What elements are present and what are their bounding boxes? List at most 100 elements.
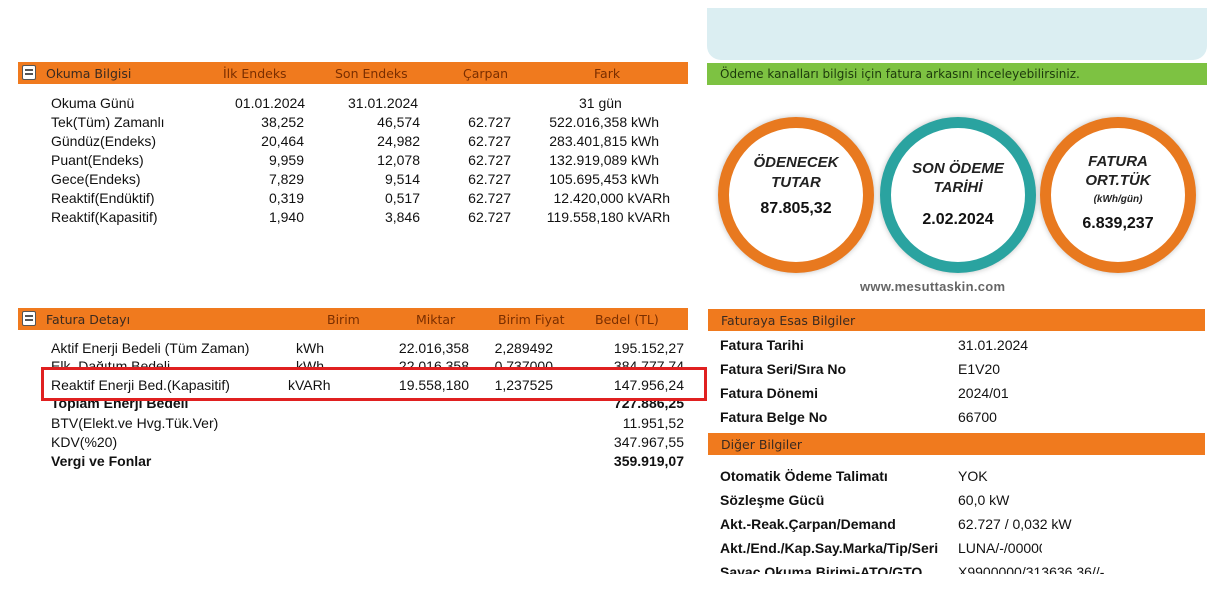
invoice-col-amount: Bedel (TL) (595, 312, 659, 327)
row-label: Okuma Günü (51, 95, 135, 111)
row-amount: 359.919,07 (613, 453, 684, 469)
row-amount: 11.951,52 (622, 415, 684, 431)
row-first: 01.01.2024 (235, 95, 306, 111)
row-first: 38,252 (261, 114, 304, 130)
row-qty: 22.016,358 (398, 340, 469, 356)
item-key: Akt./End./Kap.Say.Marka/Tip/Seri (720, 540, 939, 556)
basis-title: Faturaya Esas Bilgiler (721, 313, 856, 328)
row-diff: 283.401,815 kWh (549, 133, 659, 149)
row-first: 1,940 (268, 209, 304, 225)
item-key: Fatura Belge No (720, 409, 828, 425)
row-label: Aktif Enerji Bedeli (Tüm Zaman) (51, 340, 250, 356)
row-label: Vergi ve Fonlar (51, 453, 152, 469)
row-mult: 62.727 (468, 133, 511, 149)
item-value: 60,0 kW (958, 492, 1010, 508)
avg-unit: (kWh/gün) (1093, 194, 1143, 205)
amount-label-2: TUTAR (771, 174, 821, 191)
due-label-2: TARİHİ (933, 179, 983, 196)
row-label: BTV(Elekt.ve Hvg.Tük.Ver) (51, 415, 219, 431)
row-label: Toplam Enerji Bedeli (51, 401, 189, 411)
item-value: 62.727 / 0,032 kW (958, 516, 1072, 532)
item-key: Sayaç Okuma Birimi-ATO/GTO (720, 564, 923, 574)
table-row: Toplam Enerji Bedeli 727.886,25 (51, 401, 691, 411)
item-value: 31.01.2024 (958, 337, 1029, 353)
due-date-circle: SON ÖDEME TARİHİ 2.02.2024 (880, 117, 1036, 273)
row-diff: 12.420,000 kVARh (553, 190, 671, 206)
row-label: Gece(Endeks) (51, 171, 141, 187)
payment-notice-bar: Ödeme kanalları bilgisi için fatura arka… (707, 63, 1207, 85)
avg-label-2: ORT.TÜK (1085, 172, 1151, 189)
basis-header-bar: Faturaya Esas Bilgiler (708, 309, 1205, 331)
row-label: Gündüz(Endeks) (51, 133, 157, 149)
amount-due-circle: ÖDENECEK TUTAR 87.805,32 (718, 117, 874, 273)
row-label: Tek(Tüm) Zamanlı (51, 114, 165, 130)
avg-label-1: FATURA (1088, 153, 1148, 170)
due-label-1: SON ÖDEME (912, 160, 1004, 177)
item-key: Fatura Seri/Sıra No (720, 361, 847, 377)
row-last: 31.01.2024 (348, 95, 419, 111)
row-amount: 347.967,55 (613, 434, 684, 450)
reading-col-diff: Fark (594, 66, 621, 81)
item-value: X9900000/313636,36//- (958, 564, 1105, 574)
list-item: Sayaç Okuma Birimi-ATO/GTO X9900000/3136… (720, 564, 1207, 574)
invoice-col-price: Birim Fiyat (498, 312, 565, 327)
highlight-box (41, 367, 707, 401)
avg-value: 6.839,237 (1082, 215, 1154, 232)
row-first: 20,464 (261, 133, 304, 149)
row-unit: kWh (296, 340, 324, 356)
list-item: Akt./End./Kap.Say.Marka/Tip/Seri LUNA/-/… (720, 540, 1042, 558)
row-price: 2,289492 (494, 340, 553, 356)
row-label: Puant(Endeks) (51, 152, 144, 168)
row-diff: 31 gün (579, 95, 622, 111)
row-mult: 62.727 (468, 190, 511, 206)
invoice-col-unit: Birim (327, 312, 360, 327)
row-mult: 62.727 (468, 171, 511, 187)
row-diff: 522.016,358 kWh (549, 114, 659, 130)
reading-col-last: Son Endeks (335, 66, 408, 81)
reading-col-mult: Çarpan (463, 66, 509, 81)
row-last: 12,078 (377, 152, 420, 168)
row-first: 0,319 (268, 190, 304, 206)
row-amount: 195.152,27 (613, 340, 684, 356)
avg-consumption-circle: FATURA ORT.TÜK (kWh/gün) 6.839,237 (1040, 117, 1196, 273)
item-key: Akt.-Reak.Çarpan/Demand (720, 516, 896, 532)
top-panel (707, 8, 1207, 60)
row-diff: 132.919,089 kWh (549, 152, 659, 168)
row-diff: 119.558,180 kVARh (546, 209, 670, 225)
reading-header-bar: Okuma Bilgisi İlk Endeks Son Endeks Çarp… (18, 62, 688, 84)
item-value: 2024/01 (958, 385, 1009, 401)
amount-value: 87.805,32 (760, 200, 832, 217)
payment-notice: Ödeme kanalları bilgisi için fatura arka… (720, 67, 1080, 81)
item-key: Fatura Dönemi (720, 385, 819, 401)
item-value: YOK (958, 468, 988, 484)
due-value: 2.02.2024 (922, 211, 994, 228)
item-key: Sözleşme Gücü (720, 492, 825, 508)
row-last: 46,574 (377, 114, 420, 130)
reading-title: Okuma Bilgisi (46, 66, 132, 81)
item-key: Otomatik Ödeme Talimatı (720, 468, 888, 484)
invoice-col-qty: Miktar (416, 312, 456, 327)
other-title: Diğer Bilgiler (721, 437, 803, 452)
other-header-bar: Diğer Bilgiler (708, 433, 1205, 455)
row-last: 9,514 (384, 171, 420, 187)
row-first: 7,829 (268, 171, 304, 187)
row-mult: 62.727 (468, 152, 511, 168)
item-key: Fatura Tarihi (720, 337, 804, 353)
row-last: 24,982 (377, 133, 420, 149)
row-first: 9,959 (268, 152, 304, 168)
row-last: 3,846 (384, 209, 420, 225)
item-value: E1V20 (958, 361, 1001, 377)
reading-col-first: İlk Endeks (223, 66, 287, 81)
invoice-icon (22, 311, 36, 326)
row-mult: 62.727 (468, 114, 511, 130)
invoice-title: Fatura Detayı (46, 312, 131, 327)
meter-icon (22, 65, 36, 80)
row-last: 0,517 (384, 190, 420, 206)
row-amount: 727.886,25 (613, 401, 684, 411)
item-value: LUNA/-/0000006 (958, 540, 1042, 556)
row-diff: 105.695,453 kWh (549, 171, 659, 187)
item-value: 66700 (958, 409, 997, 425)
row-mult: 62.727 (468, 209, 511, 225)
row-label: Reaktif(Endüktif) (51, 190, 155, 206)
invoice-header-bar: Fatura Detayı Birim Miktar Birim Fiyat B… (18, 308, 688, 330)
